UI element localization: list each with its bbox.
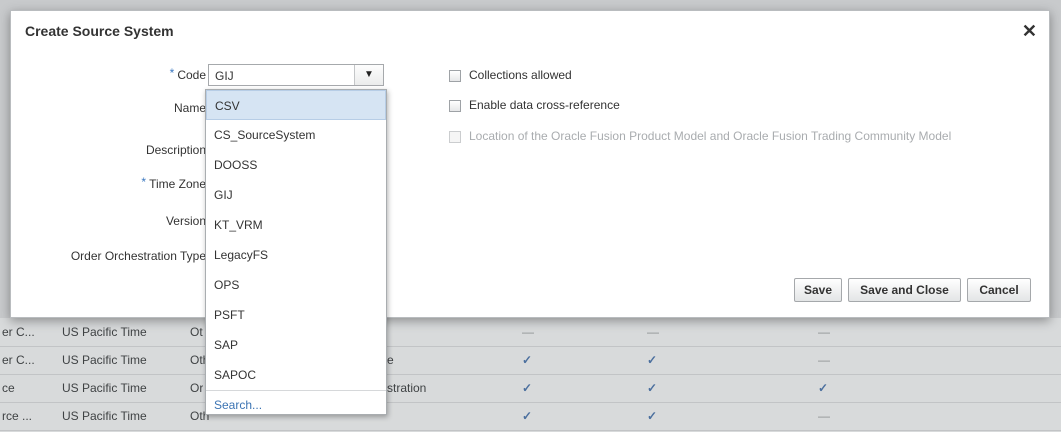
dropdown-option[interactable]: LegacyFS [206, 240, 386, 270]
save-button[interactable]: Save [794, 278, 842, 302]
table-cell: US Pacific Time [62, 381, 147, 395]
table-cell: ce [2, 381, 15, 395]
dropdown-option[interactable]: GIJ [206, 180, 386, 210]
dropdown-option[interactable]: OPS [206, 270, 386, 300]
dropdown-option[interactable]: SAP [206, 330, 386, 360]
name-label: Name [173, 101, 206, 115]
check-icon: ✓ [818, 381, 829, 395]
dialog-title: Create Source System [25, 23, 174, 39]
table-row: rce ... US Pacific Time Oth ✓ ✓ — [0, 402, 1061, 431]
check-icon: ✓ [522, 353, 533, 367]
dash-icon: — [647, 325, 659, 339]
dropdown-option[interactable]: SAPOC [206, 360, 386, 390]
create-source-system-dialog: Create Source System ✕ * Code Name Descri… [10, 10, 1050, 318]
dash-icon: — [818, 353, 830, 367]
dropdown-option[interactable]: CSV [206, 90, 386, 120]
table-cell: Ot [190, 325, 203, 339]
table-cell: e [387, 353, 394, 367]
code-value: GIJ [215, 69, 234, 83]
dash-icon: — [522, 325, 534, 339]
table-cell: Or [190, 381, 204, 395]
fusion-model-location-checkbox: Location of the Oracle Fusion Product Mo… [449, 128, 951, 144]
check-icon: ✓ [522, 381, 533, 395]
check-icon: ✓ [647, 353, 658, 367]
background-table: er C... US Pacific Time Ot — — — er C... US Pac… [0, 318, 1061, 432]
description-label: Description [145, 143, 206, 157]
check-icon: ✓ [522, 409, 533, 423]
code-select[interactable]: GIJ ▼ [208, 64, 384, 86]
table-cell: er C... [2, 325, 35, 339]
table-row: er C... US Pacific Time Ot — — — [0, 318, 1061, 347]
table-cell: rce ... [2, 409, 33, 423]
time-zone-label: * Time Zone [141, 175, 206, 191]
order-orchestration-type-label: Order Orchestration Type [70, 249, 206, 263]
dash-icon: — [818, 325, 830, 339]
close-icon[interactable]: ✕ [1022, 21, 1037, 42]
table-cell: US Pacific Time [62, 409, 147, 423]
check-icon: ✓ [647, 409, 658, 423]
table-cell: er C... [2, 353, 35, 367]
code-label: * Code [169, 66, 206, 82]
dropdown-search-link[interactable]: Search... [206, 390, 386, 420]
required-mark: * [169, 66, 175, 80]
check-icon: ✓ [647, 381, 658, 395]
table-row: er C... US Pacific Time Oth e ✓ ✓ — [0, 346, 1061, 375]
dash-icon: — [818, 409, 830, 423]
enable-data-cross-reference-checkbox[interactable]: Enable data cross-reference [449, 97, 620, 113]
table-row: ce US Pacific Time Or stration ✓ ✓ ✓ [0, 374, 1061, 403]
dropdown-option[interactable]: DOOSS [206, 150, 386, 180]
chevron-down-icon[interactable]: ▼ [354, 65, 383, 85]
checkbox-box [449, 130, 461, 143]
code-dropdown-list: SAPOC SAP PSFT OPS LegacyFS KT_VRM GIJ DOOSS CS_… [205, 89, 387, 415]
required-mark: * [141, 175, 147, 189]
table-cell: stration [387, 381, 427, 395]
table-cell: US Pacific Time [62, 353, 147, 367]
checkbox-box[interactable] [449, 69, 461, 82]
checkbox-box[interactable] [449, 99, 461, 112]
version-label: Version [165, 214, 206, 228]
dropdown-option[interactable]: KT_VRM [206, 210, 386, 240]
table-cell: US Pacific Time [62, 325, 147, 339]
dropdown-option[interactable]: CS_SourceSystem [206, 120, 386, 150]
dropdown-option[interactable]: PSFT [206, 300, 386, 330]
save-and-close-button[interactable]: Save and Close [848, 278, 961, 302]
cancel-button[interactable]: Cancel [967, 278, 1031, 302]
collections-allowed-checkbox[interactable]: Collections allowed [449, 67, 572, 83]
